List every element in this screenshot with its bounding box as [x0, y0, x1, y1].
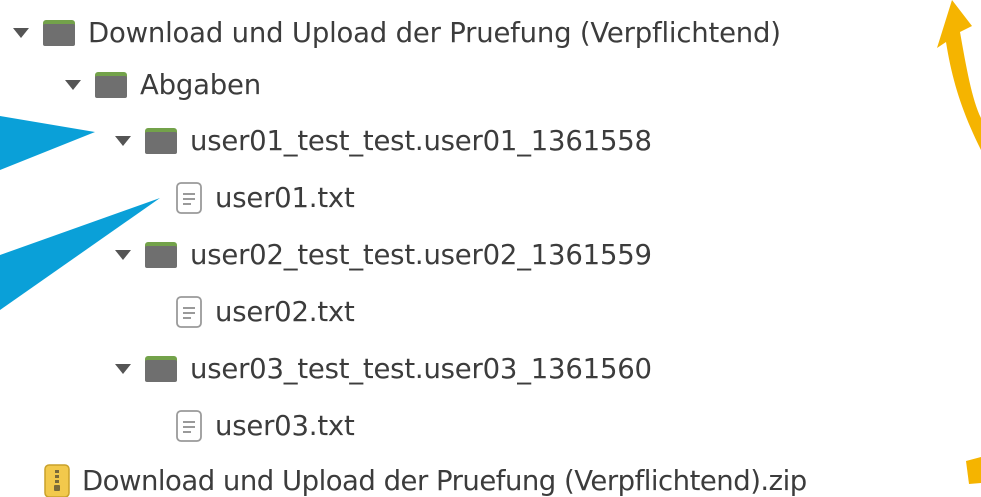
- tree-row-zip-archive[interactable]: Download und Upload der Pruefung (Verpfl…: [10, 453, 807, 497]
- tree-row-user03-folder[interactable]: user03_test_test.user03_1361560: [110, 341, 652, 397]
- text-file-icon: [175, 410, 203, 442]
- tree-row-user03-txt[interactable]: user03.txt: [145, 398, 355, 454]
- expander-triangle-down-icon[interactable]: [110, 356, 136, 382]
- file-tree-view: Download und Upload der Pruefung (Verpfl…: [0, 0, 981, 497]
- expander-placeholder: [10, 468, 36, 494]
- tree-item-label: Abgaben: [140, 69, 261, 101]
- expander-triangle-down-icon[interactable]: [8, 20, 34, 46]
- tree-item-label: user02_test_test.user02_1361559: [190, 239, 652, 271]
- tree-item-label: Download und Upload der Pruefung (Verpfl…: [82, 465, 807, 497]
- folder-icon: [144, 241, 178, 269]
- tree-row-user01-txt[interactable]: user01.txt: [145, 170, 355, 226]
- tree-item-label: user03_test_test.user03_1361560: [190, 353, 652, 385]
- tree-row-user02-txt[interactable]: user02.txt: [145, 284, 355, 340]
- yellow-arrow-fragment: [966, 457, 981, 484]
- tree-item-label: user01.txt: [215, 182, 355, 214]
- blue-arrow-to-folder: [0, 116, 95, 170]
- tree-row-user02-folder[interactable]: user02_test_test.user02_1361559: [110, 227, 652, 283]
- tree-row-root-folder[interactable]: Download und Upload der Pruefung (Verpfl…: [8, 5, 781, 61]
- tree-item-label: user01_test_test.user01_1361558: [190, 125, 652, 157]
- folder-icon: [42, 19, 76, 47]
- expander-triangle-down-icon[interactable]: [60, 72, 86, 98]
- text-file-icon: [175, 182, 203, 214]
- tree-row-user01-folder[interactable]: user01_test_test.user01_1361558: [110, 113, 652, 169]
- zip-archive-icon: [44, 464, 70, 497]
- tree-item-label: user03.txt: [215, 410, 355, 442]
- expander-triangle-down-icon[interactable]: [110, 128, 136, 154]
- tree-item-label: Download und Upload der Pruefung (Verpfl…: [88, 17, 781, 49]
- folder-icon: [94, 71, 128, 99]
- tree-item-label: user02.txt: [215, 296, 355, 328]
- folder-icon: [144, 355, 178, 383]
- text-file-icon: [175, 296, 203, 328]
- expander-triangle-down-icon[interactable]: [110, 242, 136, 268]
- folder-icon: [144, 127, 178, 155]
- tree-row-abgaben-folder[interactable]: Abgaben: [60, 57, 261, 113]
- yellow-arrow: [937, 0, 981, 150]
